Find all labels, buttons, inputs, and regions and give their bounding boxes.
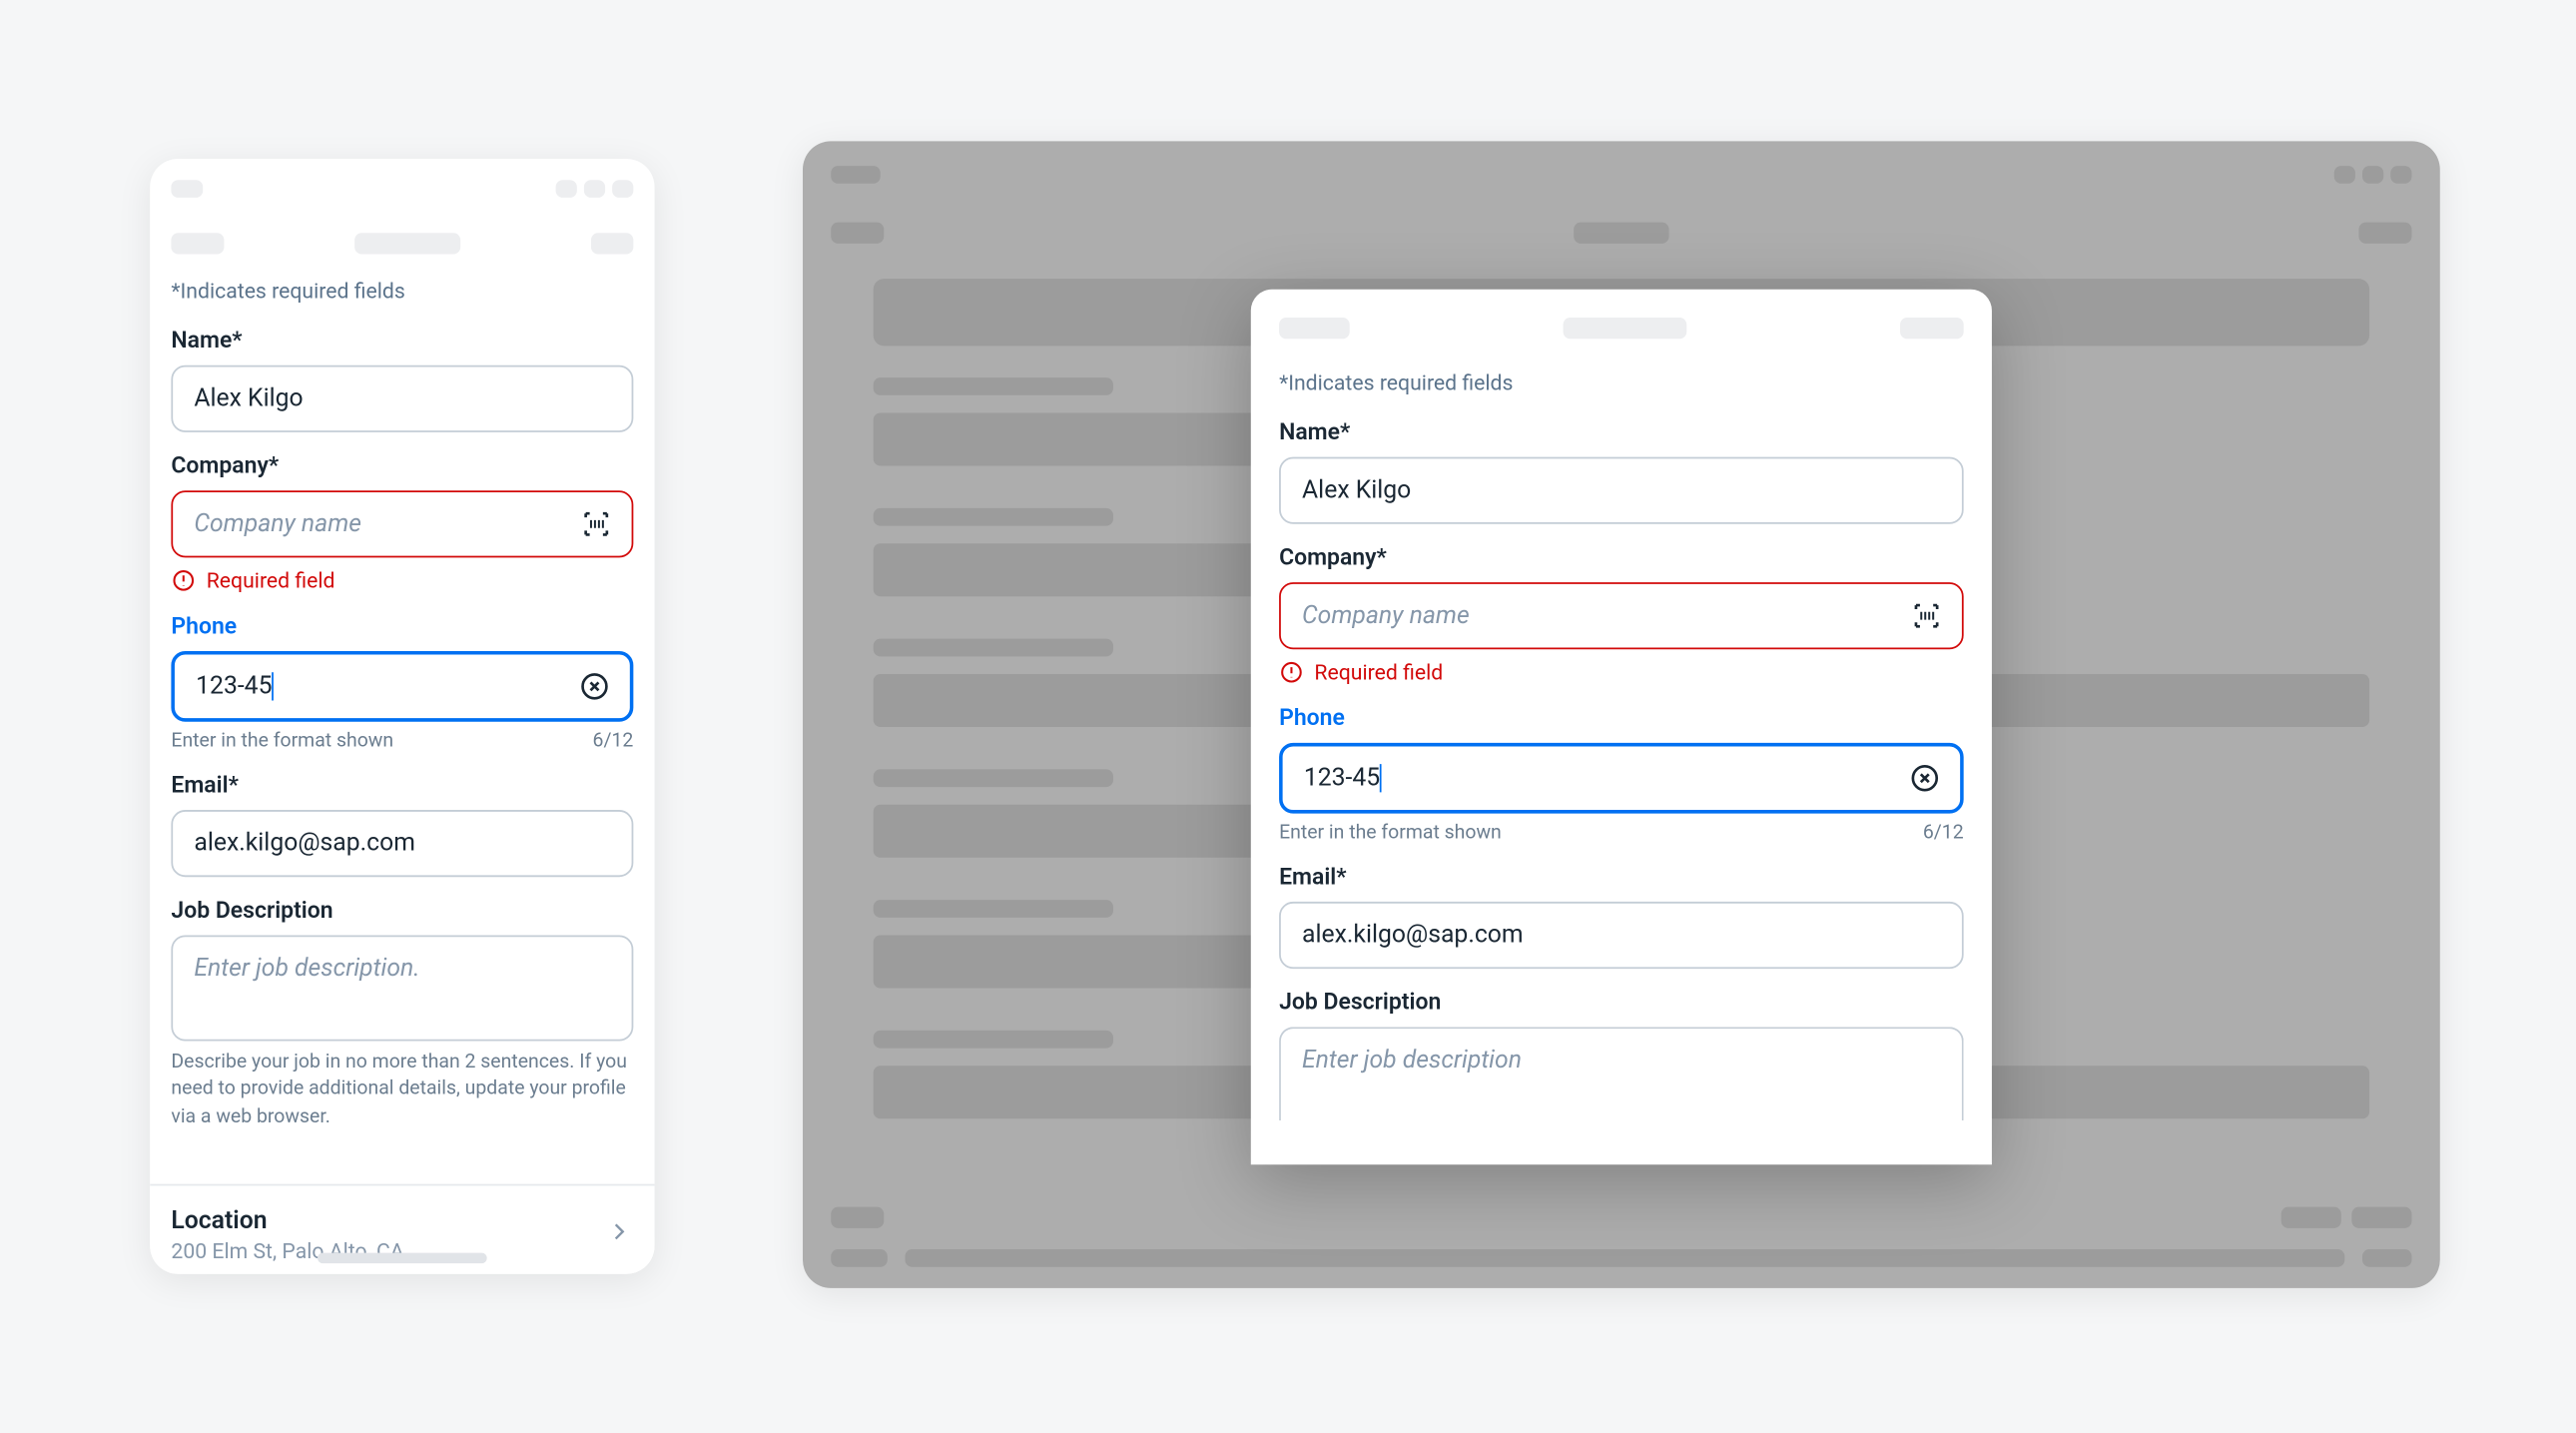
modal-company-input[interactable] xyxy=(1281,584,1898,648)
modal-phone-value-text: 123-45 xyxy=(1304,764,1380,792)
phone-value-text: 123-45 xyxy=(196,672,272,700)
phone-label: Phone xyxy=(171,614,633,641)
phone-char-counter: 6/12 xyxy=(593,729,634,752)
barcode-scan-icon[interactable] xyxy=(1898,587,1955,644)
modal-email-input[interactable] xyxy=(1281,904,1962,968)
mobile-device-frame: *Indicates required fields Name* Company… xyxy=(150,159,654,1274)
drag-indicator xyxy=(318,1253,487,1264)
modal-phone-counter: 6/12 xyxy=(1923,821,1964,844)
modal-job-field-group: Job Description xyxy=(1279,990,1964,1120)
tablet-bottom-bar xyxy=(831,1207,2411,1267)
phone-helper-text: Enter in the format shown xyxy=(171,729,393,752)
modal-phone-helper: Enter in the format shown xyxy=(1279,821,1502,844)
tablet-device-frame: *Indicates required fields Name* Company… xyxy=(803,141,2440,1288)
modal-required-note: *Indicates required fields xyxy=(1279,370,1964,395)
modal-header xyxy=(1279,318,1964,339)
company-error-message: Required field xyxy=(171,568,633,593)
job-textarea[interactable] xyxy=(173,937,631,1039)
modal-name-input-wrap[interactable] xyxy=(1279,457,1964,524)
company-label: Company* xyxy=(171,453,633,480)
name-label: Name* xyxy=(171,329,633,356)
clear-icon[interactable] xyxy=(1897,750,1954,807)
location-title: Location xyxy=(171,1207,403,1235)
company-input[interactable] xyxy=(173,492,568,556)
job-label: Job Description xyxy=(171,898,633,925)
phone-field-group: Phone 123-45 Enter in the format shown 6… xyxy=(171,614,633,752)
modal-email-input-wrap[interactable] xyxy=(1279,902,1964,969)
name-field-group: Name* xyxy=(171,329,633,432)
name-input-wrap[interactable] xyxy=(171,365,633,432)
modal-job-textarea-wrap[interactable] xyxy=(1279,1027,1964,1120)
text-cursor xyxy=(1380,764,1382,792)
modal-company-field-group: Company* Re xyxy=(1279,545,1964,685)
job-help-text: Describe your job in no more than 2 sent… xyxy=(171,1049,633,1130)
modal-name-input[interactable] xyxy=(1281,458,1962,522)
mobile-nav-header xyxy=(171,233,633,254)
name-input[interactable] xyxy=(173,367,631,431)
company-input-wrap[interactable] xyxy=(171,490,633,557)
company-error-text: Required field xyxy=(207,568,335,593)
phone-input-wrap[interactable]: 123-45 xyxy=(171,651,633,722)
job-field-group: Job Description Describe your job in no … xyxy=(171,898,633,1129)
modal-phone-input-wrap[interactable]: 123-45 xyxy=(1279,743,1964,814)
location-section[interactable]: Location 200 Elm St, Palo Alto, CA xyxy=(150,1184,654,1274)
modal-job-textarea[interactable] xyxy=(1281,1029,1962,1120)
tablet-nav-header xyxy=(831,223,2411,244)
modal-company-input-wrap[interactable] xyxy=(1279,582,1964,649)
tablet-status-bar xyxy=(831,166,2411,184)
email-input[interactable] xyxy=(173,812,631,876)
email-label: Email* xyxy=(171,773,633,800)
barcode-scan-icon[interactable] xyxy=(568,496,625,553)
email-input-wrap[interactable] xyxy=(171,810,633,877)
modal-phone-field-group: Phone 123-45 Enter in the format shown xyxy=(1279,706,1964,844)
phone-input[interactable]: 123-45 xyxy=(175,655,566,719)
error-icon xyxy=(171,568,196,593)
error-icon xyxy=(1279,660,1304,685)
form-modal: *Indicates required fields Name* Company… xyxy=(1251,290,1992,1164)
modal-email-label: Email* xyxy=(1279,865,1964,892)
modal-phone-input[interactable]: 123-45 xyxy=(1283,746,1897,810)
modal-company-error-text: Required field xyxy=(1314,660,1443,685)
modal-name-label: Name* xyxy=(1279,420,1964,447)
clear-icon[interactable] xyxy=(566,658,623,715)
modal-email-field-group: Email* xyxy=(1279,865,1964,969)
modal-company-error: Required field xyxy=(1279,660,1964,685)
modal-name-field-group: Name* xyxy=(1279,420,1964,524)
company-field-group: Company* Required field xyxy=(171,453,633,593)
mobile-status-bar xyxy=(171,180,633,198)
modal-phone-label: Phone xyxy=(1279,706,1964,733)
text-cursor xyxy=(273,672,275,700)
chevron-right-icon xyxy=(605,1217,633,1252)
job-textarea-wrap[interactable] xyxy=(171,936,633,1042)
modal-job-label: Job Description xyxy=(1279,990,1964,1017)
required-fields-note: *Indicates required fields xyxy=(171,279,633,304)
email-field-group: Email* xyxy=(171,773,633,877)
modal-company-label: Company* xyxy=(1279,545,1964,572)
